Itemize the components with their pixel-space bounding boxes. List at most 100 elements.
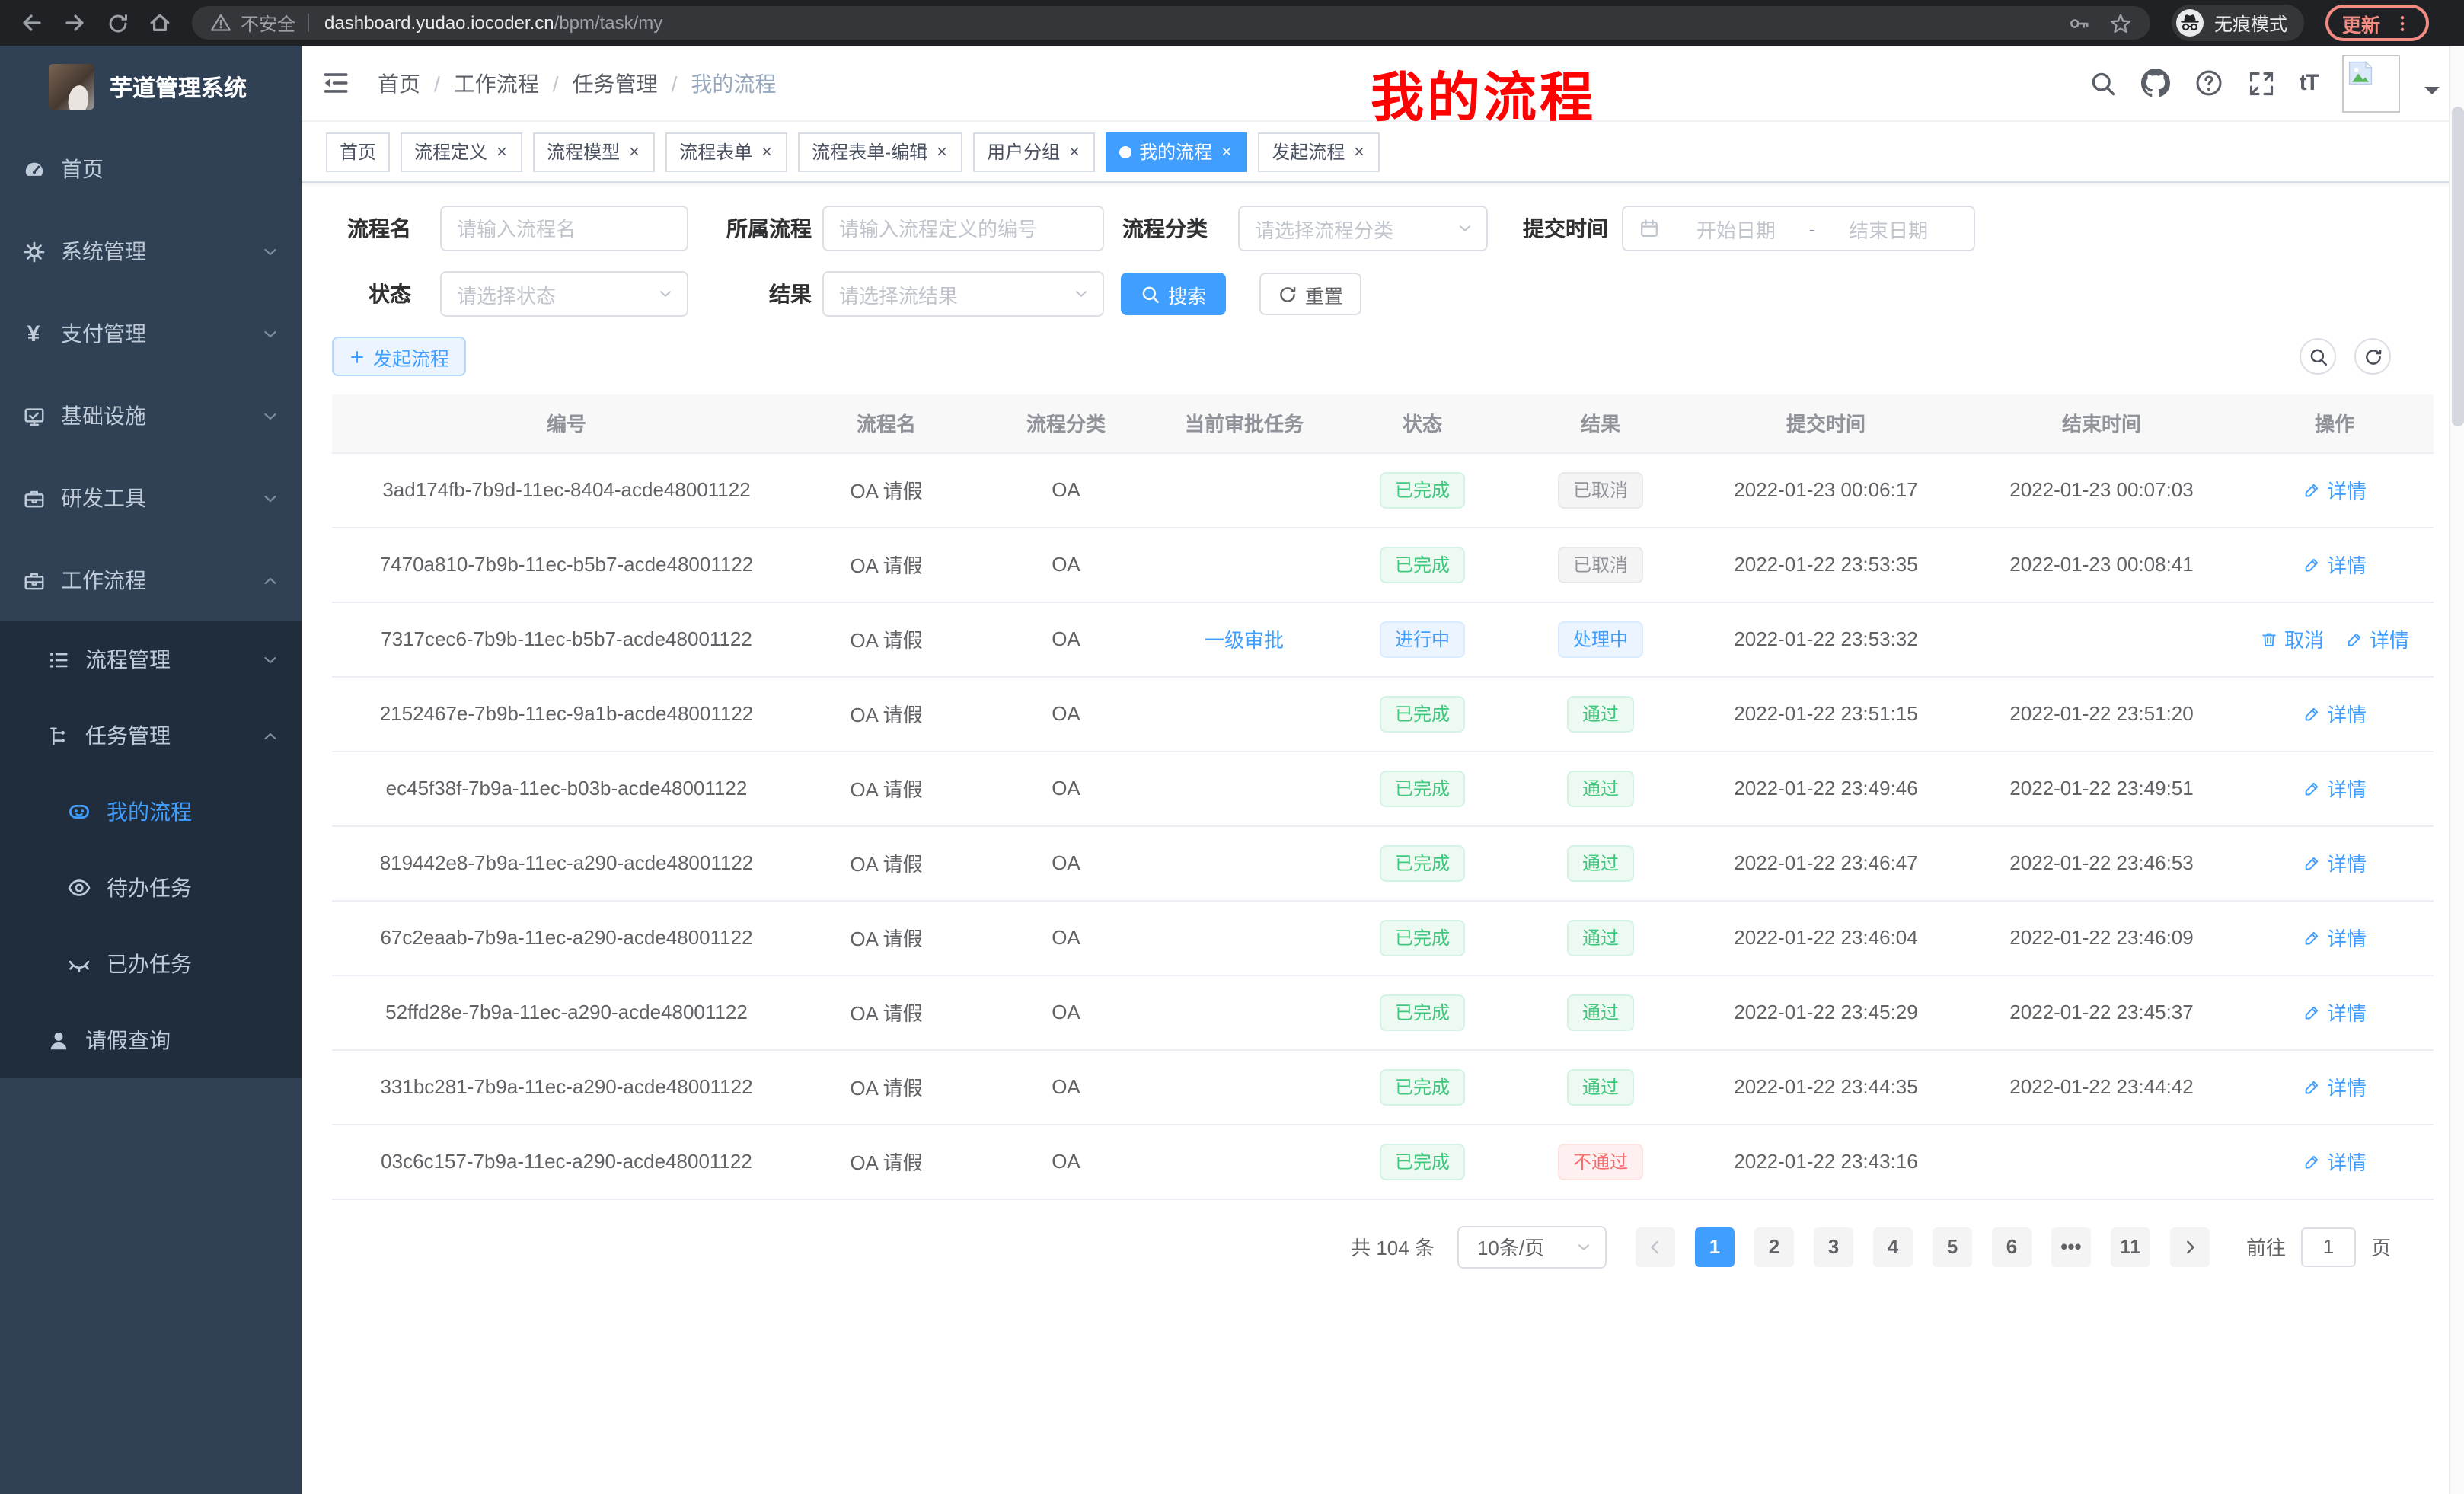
sidebar-item-workflow[interactable]: 工作流程 (0, 539, 302, 621)
detail-link[interactable]: 详情 (2345, 624, 2409, 653)
close-icon[interactable] (1220, 145, 1234, 158)
page-button-11[interactable]: 11 (2111, 1227, 2150, 1266)
kebab-menu-icon[interactable] (2392, 13, 2412, 33)
avatar-dropdown-caret[interactable] (2424, 86, 2440, 101)
tab-my-process[interactable]: 我的流程 (1106, 132, 1247, 171)
process-id: 331bc281-7b9a-11ec-a290-acde48001122 (380, 1075, 752, 1098)
current-task-link[interactable]: 一级审批 (1205, 629, 1284, 652)
sidebar-item-my-process[interactable]: 我的流程 (0, 774, 302, 850)
close-icon[interactable] (1352, 145, 1366, 158)
url-path: /bpm/task/my (554, 12, 663, 34)
show-search-button[interactable] (2300, 338, 2336, 375)
detail-link[interactable]: 详情 (2303, 923, 2367, 952)
sidebar-item-process-mgmt[interactable]: 流程管理 (0, 621, 302, 698)
sidebar-item-done-tasks[interactable]: 已办任务 (0, 926, 302, 1002)
status-select[interactable]: 请选择状态 (440, 271, 688, 317)
tab-process-model[interactable]: 流程模型 (533, 132, 655, 171)
key-icon[interactable] (2068, 11, 2091, 34)
help-icon[interactable] (2194, 69, 2223, 97)
process-name-input[interactable] (440, 206, 688, 251)
page-size-select[interactable]: 10条/页 (1457, 1225, 1607, 1268)
search-icon[interactable] (2089, 69, 2117, 97)
address-bar[interactable]: 不安全 dashboard.yudao.iocoder.cn /bpm/task… (192, 6, 2150, 40)
detail-link[interactable]: 详情 (2303, 699, 2367, 728)
process-id: 7470a810-7b9b-11ec-b5b7-acde48001122 (380, 553, 754, 576)
browser-reload-button[interactable] (101, 6, 134, 40)
next-page-button[interactable] (2170, 1227, 2210, 1266)
category-select[interactable]: 请选择流程分类 (1238, 206, 1488, 251)
fullscreen-icon[interactable] (2248, 69, 2275, 97)
page-button-5[interactable]: 5 (1933, 1227, 1972, 1266)
page-button-2[interactable]: 2 (1754, 1227, 1794, 1266)
browser-update-button[interactable]: 更新 (2325, 5, 2429, 41)
tab-user-group[interactable]: 用户分组 (973, 132, 1095, 171)
col-end-time: 结束时间 (2062, 413, 2141, 436)
detail-link[interactable]: 详情 (2303, 998, 2367, 1026)
sidebar-item-task-mgmt[interactable]: 任务管理 (0, 698, 302, 774)
submit-time: 2022-01-22 23:45:29 (1734, 1001, 1917, 1023)
close-icon[interactable] (1068, 145, 1081, 158)
sidebar-item-leave-query[interactable]: 请假查询 (0, 1002, 302, 1078)
page-ellipsis[interactable]: ••• (2051, 1227, 2091, 1266)
process-id: 819442e8-7b9a-11ec-a290-acde48001122 (380, 851, 754, 874)
process-id: 2152467e-7b9b-11ec-9a1b-acde48001122 (380, 702, 754, 725)
sidebar-item-system[interactable]: 系统管理 (0, 210, 302, 292)
tab-start-process[interactable]: 发起流程 (1258, 132, 1380, 171)
chevron-down-icon (260, 241, 280, 261)
sidebar-item-todo-tasks[interactable]: 待办任务 (0, 850, 302, 926)
breadcrumb-home[interactable]: 首页 (378, 68, 420, 98)
sidebar-item-home[interactable]: 首页 (0, 128, 302, 210)
breadcrumb-workflow[interactable]: 工作流程 (454, 68, 539, 98)
tab-process-form[interactable]: 流程表单 (665, 132, 787, 171)
sidebar-item-devtools[interactable]: 研发工具 (0, 457, 302, 539)
sidebar-item-payment[interactable]: ¥ 支付管理 (0, 292, 302, 375)
chevron-up-icon (260, 726, 280, 745)
pencil-icon (2303, 928, 2321, 947)
process-name: OA 请假 (850, 927, 922, 950)
detail-link[interactable]: 详情 (2303, 550, 2367, 579)
browser-back-button[interactable] (15, 6, 49, 40)
bookmark-star-icon[interactable] (2109, 11, 2132, 34)
process-category: OA (1052, 627, 1080, 650)
close-icon[interactable] (760, 145, 774, 158)
sidebar-collapse-button[interactable] (321, 69, 350, 97)
font-size-icon[interactable]: tT (2300, 70, 2318, 96)
detail-link[interactable]: 详情 (2303, 848, 2367, 877)
start-process-button[interactable]: 发起流程 (332, 337, 466, 376)
close-icon[interactable] (935, 145, 949, 158)
page-button-1[interactable]: 1 (1695, 1227, 1735, 1266)
start-date-placeholder[interactable]: 开始日期 (1666, 214, 1806, 243)
result-select[interactable]: 请选择流结果 (822, 271, 1104, 317)
date-range-picker[interactable]: 开始日期 - 结束日期 (1622, 206, 1975, 251)
detail-link[interactable]: 详情 (2303, 475, 2367, 504)
tab-process-form-edit[interactable]: 流程表单-编辑 (798, 132, 962, 171)
result-badge: 处理中 (1558, 621, 1643, 657)
browser-forward-button[interactable] (58, 6, 91, 40)
parent-process-input[interactable] (822, 206, 1104, 251)
search-button[interactable]: 搜索 (1121, 273, 1226, 315)
detail-link[interactable]: 详情 (2303, 774, 2367, 803)
scrollbar-thumb[interactable] (2452, 107, 2464, 426)
github-icon[interactable] (2141, 69, 2170, 97)
avatar[interactable] (2342, 54, 2400, 112)
sidebar-item-infrastructure[interactable]: 基础设施 (0, 375, 302, 457)
detail-link[interactable]: 详情 (2303, 1072, 2367, 1101)
breadcrumb-task-mgmt[interactable]: 任务管理 (573, 68, 658, 98)
page-scrollbar[interactable] (2449, 46, 2464, 1494)
goto-page-input[interactable] (2301, 1227, 2356, 1266)
page-button-6[interactable]: 6 (1992, 1227, 2032, 1266)
close-icon[interactable] (495, 145, 509, 158)
tab-process-definition[interactable]: 流程定义 (401, 132, 522, 171)
prev-page-button[interactable] (1636, 1227, 1675, 1266)
close-icon[interactable] (627, 145, 641, 158)
reset-button[interactable]: 重置 (1259, 273, 1361, 315)
tab-home[interactable]: 首页 (326, 132, 390, 171)
cancel-link[interactable]: 取消 (2260, 624, 2324, 653)
category-label: 流程分类 (1122, 213, 1238, 244)
page-button-3[interactable]: 3 (1814, 1227, 1853, 1266)
end-date-placeholder[interactable]: 结束日期 (1818, 214, 1958, 243)
refresh-list-button[interactable] (2354, 338, 2391, 375)
browser-home-button[interactable] (143, 6, 177, 40)
detail-link[interactable]: 详情 (2303, 1147, 2367, 1176)
page-button-4[interactable]: 4 (1873, 1227, 1913, 1266)
